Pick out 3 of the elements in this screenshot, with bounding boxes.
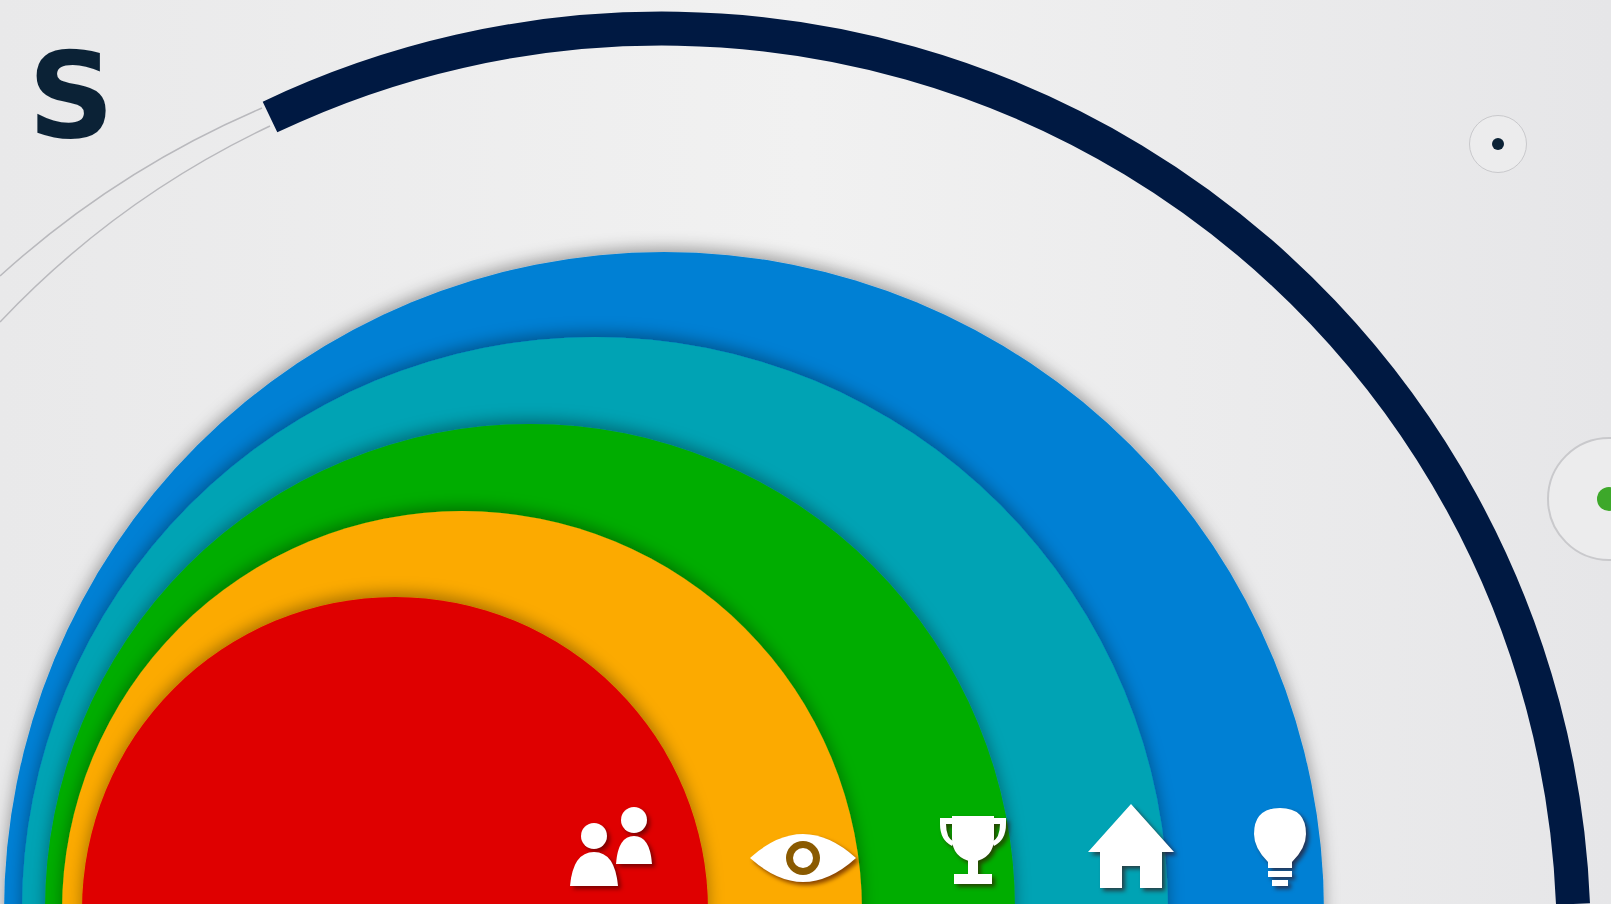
home-icon[interactable]	[1088, 804, 1174, 888]
lightbulb-icon[interactable]	[1252, 808, 1308, 888]
page-heading: S	[28, 36, 115, 156]
